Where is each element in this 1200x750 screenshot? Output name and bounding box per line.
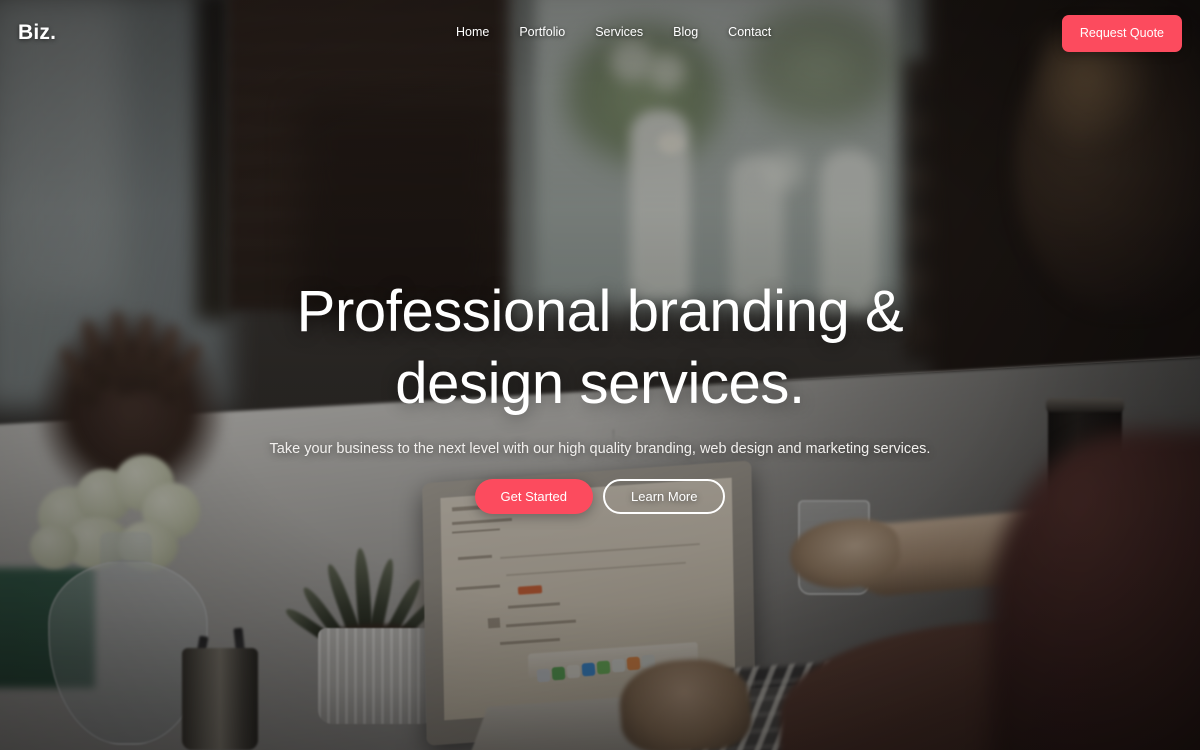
nav-links: Home Portfolio Services Blog Contact <box>456 25 786 39</box>
get-started-button[interactable]: Get Started <box>474 479 593 515</box>
request-quote-button[interactable]: Request Quote <box>1061 15 1182 52</box>
main-navbar: Biz. Home Portfolio Services Blog Contac… <box>0 0 1200 66</box>
hero-subtitle: Take your business to the next level wit… <box>269 441 931 457</box>
nav-item-services[interactable]: Services <box>580 25 658 39</box>
nav-item-portfolio[interactable]: Portfolio <box>504 25 580 39</box>
site-logo[interactable]: Biz. <box>18 21 56 45</box>
nav-item-blog[interactable]: Blog <box>658 25 713 39</box>
learn-more-button[interactable]: Learn More <box>603 479 726 515</box>
headline-line-1: Professional branding & <box>296 279 904 344</box>
page-title: Professional branding & design services. <box>150 283 1050 413</box>
hero-section: Biz. Home Portfolio Services Blog Contac… <box>0 0 1200 750</box>
hero-cta-row: Get Started Learn More <box>474 479 726 515</box>
nav-item-contact[interactable]: Contact <box>713 25 786 39</box>
headline-line-2: design services. <box>395 351 805 416</box>
nav-item-home[interactable]: Home <box>456 25 504 39</box>
